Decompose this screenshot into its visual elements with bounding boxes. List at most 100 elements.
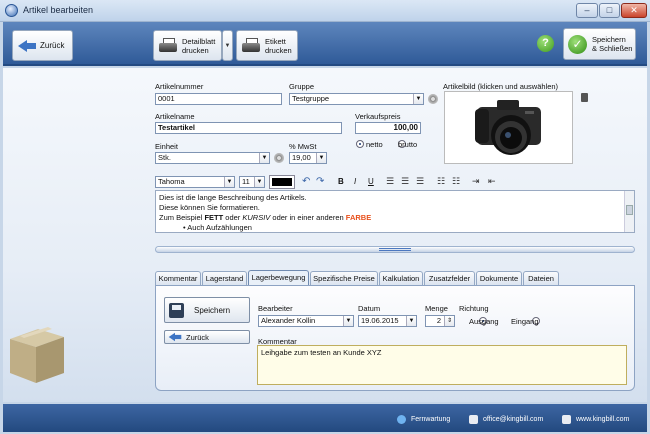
editor-name-value: Alexander Kollin [261,316,316,325]
description-line-3a: Zum Beispiel [159,213,205,222]
scrollbar-thumb[interactable] [626,205,633,215]
splitter-grip-icon [379,248,411,251]
description-line-2: Diese können Sie formatieren. [159,203,260,212]
group-settings-icon[interactable] [428,94,438,104]
tab-kalkulation[interactable]: Kalkulation [379,271,423,285]
back-movement-label: Zurück [186,332,209,342]
back-button[interactable]: Zurück [12,30,73,61]
unit-label: Einheit [155,142,178,151]
remote-support-link[interactable]: Fernwartung [397,414,450,424]
print-label-label: Etikett drucken [265,37,292,55]
numbered-list-icon[interactable]: ☷ [452,176,460,187]
chevron-down-icon: ▼ [224,42,231,49]
gross-label: brutto [398,140,418,149]
globe-icon [562,414,571,424]
underline-button[interactable]: U [368,177,374,186]
save-movement-button[interactable]: Speichern [164,297,250,323]
bullet-list-icon[interactable]: ☷ [437,176,445,187]
tab-lagerstand[interactable]: Lagerstand [202,271,247,285]
article-image[interactable] [444,91,573,164]
bold-button[interactable]: B [338,177,344,186]
group-select[interactable]: Testgruppe ▼ [289,93,424,105]
sale-price-input[interactable]: 100,00 [355,122,421,134]
net-label: netto [366,140,383,149]
tab-kommentar[interactable]: Kommentar [155,271,201,285]
tab-dateien[interactable]: Dateien [523,271,559,285]
tab-zusatzfelder[interactable]: Zusatzfelder [424,271,475,285]
font-size-select[interactable]: 11 ▼ [239,176,265,188]
vat-select[interactable]: 19,00 ▼ [289,152,327,164]
tab-lagerbewegung[interactable]: Lagerbewegung [248,270,309,285]
description-line-1: Dies ist die lange Beschreibung des Arti… [159,193,307,202]
save-close-label: Speichern & Schließen [592,35,632,53]
editor-scrollbar[interactable] [624,191,634,232]
description-line-3b: oder [223,213,243,222]
tab-spezifische-preise[interactable]: Spezifische Preise [310,271,378,285]
date-picker[interactable]: 19.06.2015 ▼ [358,315,417,327]
chevron-down-icon: ▼ [254,177,264,187]
remote-icon [397,414,406,424]
indent-icon[interactable]: ⇥ [472,176,480,187]
direction-label: Richtung [459,304,489,313]
editor-name-select[interactable]: Alexander Kollin ▼ [258,315,354,327]
save-close-line2: & Schließen [592,44,633,53]
minimize-button[interactable]: – [576,3,598,18]
align-left-icon[interactable]: ☰ [386,176,394,187]
article-number-label: Artikelnummer [155,82,204,91]
print-detail-dropdown[interactable]: ▼ [222,30,233,61]
print-label-button[interactable]: Etikett drucken [236,30,298,61]
chevron-down-icon: ▼ [259,153,269,163]
save-movement-label: Speichern [194,305,231,315]
font-select[interactable]: Tahoma ▼ [155,176,235,188]
font-size-value: 11 [242,177,250,186]
article-name-input[interactable]: Testartikel [155,122,342,134]
unit-settings-icon[interactable] [274,153,284,163]
net-radio[interactable] [356,140,364,148]
direction-out-label: Ausgang [469,317,499,326]
email-link[interactable]: office@kingbill.com [469,414,543,424]
unit-select[interactable]: Stk. ▼ [155,152,270,164]
description-bold-word: FETT [204,213,224,222]
description-line-3c: oder in einer anderen [270,213,346,222]
vat-select-value: 19,00 [292,153,311,162]
spinner-icon[interactable]: ⇕ [444,316,454,326]
website-link[interactable]: www.kingbill.com [562,414,629,424]
description-line-3: Zum Beispiel FETT oder KURSIV oder in ei… [159,213,631,223]
remote-label: Fernwartung [411,415,451,423]
tab-dokumente[interactable]: Dokumente [476,271,522,285]
print-detail-button[interactable]: Detailblatt drucken [153,30,222,61]
back-movement-button[interactable]: Zurück [164,330,250,344]
maximize-button[interactable]: □ [599,3,620,18]
undo-icon[interactable]: ↶ [302,176,310,187]
title-bar [0,0,650,22]
chevron-down-icon: ▼ [316,153,326,163]
description-editor[interactable]: Dies ist die lange Beschreibung des Arti… [155,190,635,233]
group-label: Gruppe [289,82,315,91]
comment-input[interactable]: Leihgabe zum testen an Kunde XYZ [257,345,627,385]
align-center-icon[interactable]: ☰ [401,176,409,187]
help-icon[interactable]: ? [537,35,554,52]
save-close-line1: Speichern [592,35,626,44]
redo-icon[interactable]: ↷ [316,176,324,187]
printer-icon [159,37,177,54]
outdent-icon[interactable]: ⇤ [488,176,496,187]
camera-image [475,100,541,155]
email-label: office@kingbill.com [483,415,544,423]
chevron-down-icon: ▼ [413,94,423,104]
website-label: www.kingbill.com [576,415,630,423]
checkmark-icon: ✓ [568,34,587,54]
close-button[interactable]: ✕ [621,3,647,18]
quantity-stepper[interactable]: 2 ⇕ [425,315,455,327]
quantity-label: Menge [425,304,448,313]
save-and-close-button[interactable]: ✓ Speichern & Schließen [563,28,636,60]
text-color-swatch[interactable] [269,175,295,189]
print-label-line2: drucken [265,45,292,55]
italic-button[interactable]: I [354,177,356,186]
editor-name-label: Bearbeiter [258,304,293,313]
trash-icon[interactable] [581,93,588,102]
group-select-value: Testgruppe [292,94,330,103]
article-name-label: Artikelname [155,112,195,121]
unit-select-value: Stk. [158,153,171,162]
article-number-input[interactable]: 0001 [155,93,282,105]
align-right-icon[interactable]: ☰ [416,176,424,187]
